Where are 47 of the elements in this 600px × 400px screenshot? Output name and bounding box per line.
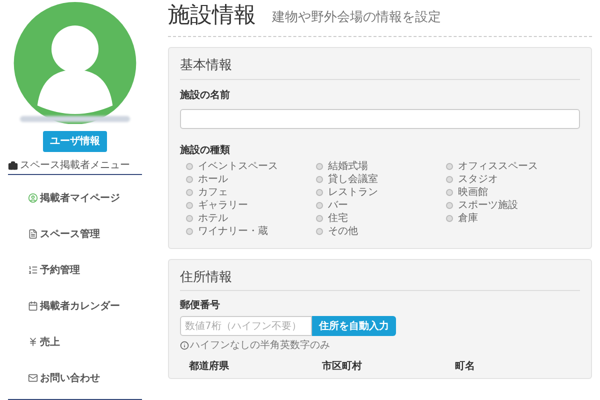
- facility-type-radio[interactable]: 貸し会議室: [316, 172, 446, 186]
- postal-code-input[interactable]: 数値7桁（ハイフン不要）: [180, 316, 312, 336]
- field-label: 都道府県: [189, 359, 230, 374]
- facility-type-radio[interactable]: ワイナリー・蔵: [186, 224, 316, 238]
- facility-type-radio[interactable]: ホテル: [186, 212, 316, 224]
- facility-type-radio[interactable]: カフェ: [186, 186, 316, 198]
- facility-type-radio[interactable]: イベントスペース: [186, 160, 316, 172]
- sidebar-menu-item[interactable]: 売上: [28, 335, 142, 349]
- facility-type-radio[interactable]: レストラン: [316, 186, 446, 198]
- autofill-address-button[interactable]: 住所を自動入力: [312, 316, 396, 336]
- page-subtitle: 建物や野外会場の情報を設定: [272, 8, 441, 26]
- facility-name-input[interactable]: [180, 108, 580, 128]
- menu-item-icon: [28, 265, 38, 275]
- sidebar-menu-item[interactable]: お問い合わせ: [28, 371, 142, 385]
- section-heading: 住所情報: [180, 268, 580, 291]
- menu-item-icon: [28, 301, 38, 311]
- hint-text: ハイフンなしの半角英数字のみ: [190, 338, 330, 353]
- facility-type-radio[interactable]: スタジオ: [446, 172, 580, 186]
- page-title: 施設情報: [168, 2, 256, 30]
- facility-type-radio[interactable]: バー: [316, 198, 446, 212]
- menu-item-icon: [28, 373, 38, 383]
- menu-item-icon: [28, 337, 38, 347]
- field-label: 郵便番号: [180, 298, 221, 313]
- facility-type-radio[interactable]: 映画館: [446, 186, 580, 198]
- menu-title: スペース掲載者メニュー: [20, 158, 130, 173]
- field-label: 市区町村: [322, 359, 363, 374]
- sidebar-menu-item[interactable]: 予約管理: [28, 263, 142, 277]
- facility-type-radio[interactable]: 住宅: [316, 212, 446, 224]
- info-icon: [180, 341, 189, 350]
- menu-item-icon: [28, 193, 38, 203]
- sidebar-menu-item[interactable]: 掲載者マイページ: [28, 191, 142, 205]
- facility-type-radio[interactable]: 倉庫: [446, 212, 580, 224]
- sidebar-menu-item[interactable]: 掲載者カレンダー: [28, 299, 142, 313]
- facility-type-radio[interactable]: 結婚式場: [316, 160, 446, 172]
- facility-type-radio[interactable]: ギャラリー: [186, 198, 316, 212]
- menu-item-icon: [28, 229, 38, 239]
- user-info-button[interactable]: ユーザ情報: [43, 131, 107, 152]
- facility-type-radio[interactable]: スポーツ施設: [446, 198, 580, 212]
- sidebar-menu-item[interactable]: スペース管理: [28, 227, 142, 241]
- facility-type-radio[interactable]: その他: [316, 224, 446, 238]
- facility-type-radio[interactable]: オフィススペース: [446, 160, 580, 172]
- field-label: 施設の名前: [180, 88, 231, 102]
- field-label: 施設の種類: [180, 144, 231, 158]
- briefcase-icon: [8, 160, 18, 170]
- section-heading: 基本情報: [180, 56, 580, 80]
- facility-type-radio[interactable]: ホール: [186, 172, 316, 186]
- field-label: 町名: [455, 360, 476, 374]
